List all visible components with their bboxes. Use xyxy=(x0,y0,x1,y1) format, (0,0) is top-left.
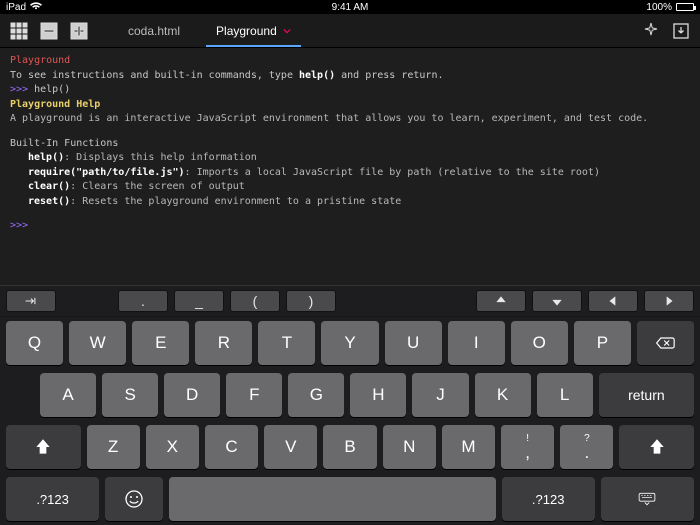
key-d[interactable]: D xyxy=(164,373,220,417)
download-icon[interactable] xyxy=(670,20,692,42)
shift-key-left[interactable] xyxy=(6,425,81,469)
console-intro: To see instructions and built-in command… xyxy=(10,69,690,84)
key-period[interactable]: ? . xyxy=(560,425,613,469)
arrow-right-key[interactable] xyxy=(644,290,694,312)
numsym-key-right[interactable]: .?123 xyxy=(502,477,595,521)
minus-panel-icon[interactable] xyxy=(38,20,60,42)
key-o[interactable]: O xyxy=(511,321,568,365)
key-y[interactable]: Y xyxy=(321,321,378,365)
dismiss-keyboard-key[interactable] xyxy=(601,477,694,521)
dot-key[interactable]: . xyxy=(118,290,168,312)
key-m[interactable]: M xyxy=(442,425,495,469)
key-comma[interactable]: ! , xyxy=(501,425,554,469)
backspace-key[interactable] xyxy=(637,321,694,365)
status-time: 9:41 AM xyxy=(0,2,700,13)
tab-key[interactable] xyxy=(6,290,56,312)
underscore-key[interactable]: _ xyxy=(174,290,224,312)
key-i[interactable]: I xyxy=(448,321,505,365)
builtins-heading: Built-In Functions xyxy=(10,137,690,152)
builtin-item: help(): Displays this help information xyxy=(10,151,690,166)
tab-label: coda.html xyxy=(128,24,180,38)
key-f[interactable]: F xyxy=(226,373,282,417)
return-key[interactable]: return xyxy=(599,373,694,417)
tab-playground[interactable]: Playground xyxy=(198,14,309,47)
arrow-up-key[interactable] xyxy=(476,290,526,312)
lparen-key[interactable]: ( xyxy=(230,290,280,312)
help-title: Playground Help xyxy=(10,98,690,113)
key-t[interactable]: T xyxy=(258,321,315,365)
key-h[interactable]: H xyxy=(350,373,406,417)
builtin-item: clear(): Clears the screen of output xyxy=(10,180,690,195)
keyboard-row: .?123 .?123 xyxy=(0,473,700,525)
emoji-key[interactable] xyxy=(105,477,163,521)
builtin-item: require("path/to/file.js"): Imports a lo… xyxy=(10,166,690,181)
key-x[interactable]: X xyxy=(146,425,199,469)
key-g[interactable]: G xyxy=(288,373,344,417)
tab-label: Playground xyxy=(216,24,277,38)
key-v[interactable]: V xyxy=(264,425,317,469)
console-output[interactable]: Playground To see instructions and built… xyxy=(0,48,700,234)
key-j[interactable]: J xyxy=(412,373,468,417)
keyboard-row: A S D F G H J K L return xyxy=(0,369,700,421)
arrow-down-key[interactable] xyxy=(532,290,582,312)
keyboard: . _ ( ) Q W E R T Y U I O P A S D F G H … xyxy=(0,285,700,525)
battery-icon xyxy=(676,3,694,11)
builtin-item: reset(): Resets the playground environme… xyxy=(10,195,690,210)
keyboard-row: Z X C V B N M ! , ? . xyxy=(0,421,700,473)
tab-file[interactable]: coda.html xyxy=(110,14,198,47)
key-q[interactable]: Q xyxy=(6,321,63,365)
grid-icon[interactable] xyxy=(8,20,30,42)
key-s[interactable]: S xyxy=(102,373,158,417)
key-a[interactable]: A xyxy=(40,373,96,417)
tabs: coda.html Playground xyxy=(110,14,309,47)
key-l[interactable]: L xyxy=(537,373,593,417)
arrow-left-key[interactable] xyxy=(588,290,638,312)
key-z[interactable]: Z xyxy=(87,425,140,469)
console-title: Playground xyxy=(10,54,690,69)
console-prompt-line: >>> xyxy=(10,219,690,234)
rparen-key[interactable]: ) xyxy=(286,290,336,312)
chevron-down-icon xyxy=(283,24,291,38)
status-bar: iPad 9:41 AM 100% xyxy=(0,0,700,14)
key-b[interactable]: B xyxy=(323,425,376,469)
key-e[interactable]: E xyxy=(132,321,189,365)
key-u[interactable]: U xyxy=(385,321,442,365)
key-n[interactable]: N xyxy=(383,425,436,469)
shift-key-right[interactable] xyxy=(619,425,694,469)
space-key[interactable] xyxy=(169,477,495,521)
key-p[interactable]: P xyxy=(574,321,631,365)
keyboard-row: Q W E R T Y U I O P xyxy=(0,317,700,369)
key-c[interactable]: C xyxy=(205,425,258,469)
key-k[interactable]: K xyxy=(475,373,531,417)
toolbar: coda.html Playground xyxy=(0,14,700,48)
key-r[interactable]: R xyxy=(195,321,252,365)
help-desc: A playground is an interactive JavaScrip… xyxy=(10,112,690,127)
key-w[interactable]: W xyxy=(69,321,126,365)
keyboard-accessory: . _ ( ) xyxy=(0,285,700,317)
console-line: >>> help() xyxy=(10,83,690,98)
sparkle-icon[interactable] xyxy=(640,20,662,42)
numsym-key-left[interactable]: .?123 xyxy=(6,477,99,521)
plus-panel-icon[interactable] xyxy=(68,20,90,42)
